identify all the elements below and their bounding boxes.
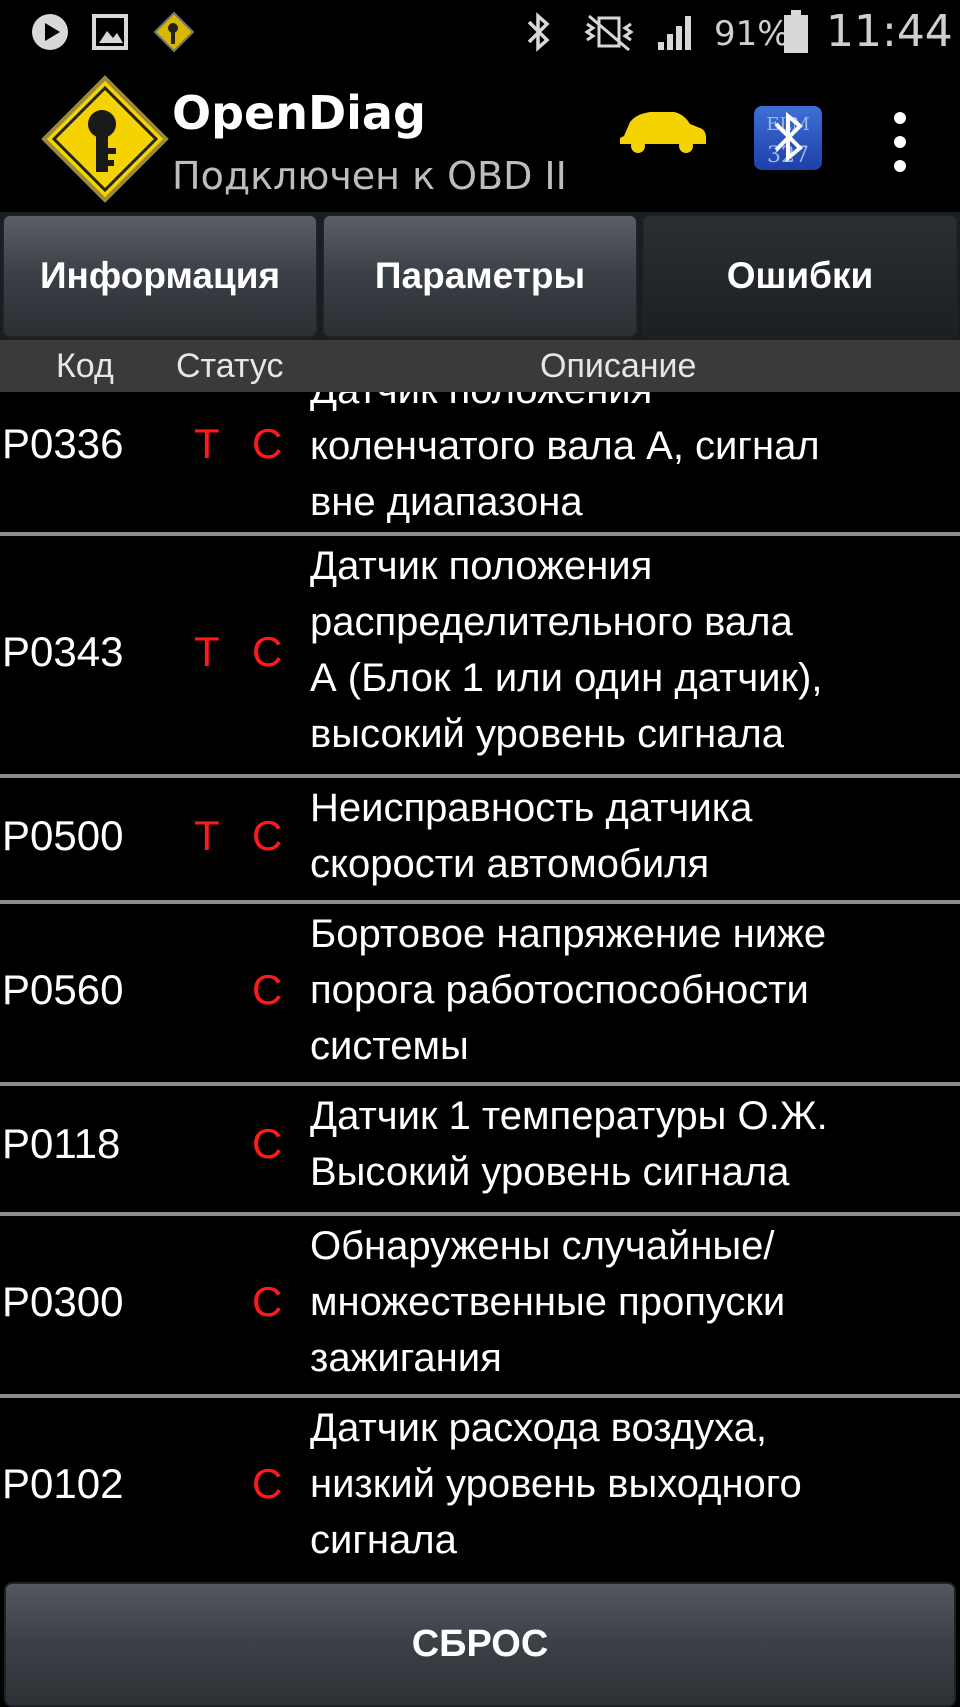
- connection-status: Подключен к OBD II: [172, 154, 567, 198]
- menu-dot: [894, 136, 906, 148]
- error-code: P0336: [2, 420, 124, 467]
- error-row[interactable]: P0118 С Датчик 1 температуры О.Ж. Высоки…: [0, 1092, 960, 1206]
- error-row[interactable]: P0336 Т С Датчик положения коленчатого в…: [0, 392, 960, 524]
- status-c: С: [252, 1278, 283, 1325]
- tab-bar: Информация Параметры Ошибки: [0, 212, 960, 340]
- error-description: Неисправность датчика скорости автомобил…: [310, 786, 753, 886]
- action-bar: OpenDiag Подключен к OBD II ELM 327: [0, 64, 960, 212]
- status-t: Т: [194, 420, 220, 467]
- error-description: Датчик положения коленчатого вала А, сиг…: [310, 392, 820, 524]
- column-header-code: Код: [56, 347, 114, 385]
- status-bar: 91% 11:44: [0, 0, 960, 64]
- reset-button[interactable]: СБРОС: [4, 1582, 956, 1707]
- error-code: P0560: [2, 966, 124, 1013]
- error-description: Датчик 1 температуры О.Ж. Высокий уровен…: [310, 1094, 828, 1194]
- error-code: P0500: [2, 812, 124, 859]
- error-code: P0118: [2, 1120, 121, 1167]
- battery-percent: 91%: [714, 14, 790, 54]
- menu-dot: [894, 160, 906, 172]
- error-row[interactable]: P0343 Т С Датчик положения распределител…: [0, 542, 960, 770]
- tab-info[interactable]: Информация: [2, 214, 318, 338]
- error-description: Датчик расхода воздуха, низкий уровень в…: [310, 1406, 802, 1562]
- row-divider: [0, 1212, 960, 1216]
- battery-icon: [782, 10, 810, 54]
- error-table-header: Код Статус Описание: [0, 340, 960, 392]
- status-c: С: [252, 812, 283, 859]
- error-row[interactable]: P0102 С Датчик расхода воздуха, низкий у…: [0, 1404, 960, 1578]
- row-divider: [0, 900, 960, 904]
- row-divider: [0, 774, 960, 778]
- status-t: Т: [194, 812, 220, 859]
- error-row[interactable]: P0300 С Обнаружены случайные/ множествен…: [0, 1222, 960, 1396]
- opendiag-notify-icon: [152, 10, 196, 54]
- status-c: С: [252, 1460, 283, 1507]
- status-c: С: [252, 628, 283, 675]
- column-header-status: Статус: [176, 347, 284, 385]
- error-list[interactable]: P0336 Т С Датчик положения коленчатого в…: [0, 392, 960, 1579]
- column-header-description: Описание: [540, 347, 697, 385]
- bluetooth-icon: [522, 10, 556, 54]
- row-divider: [0, 1394, 960, 1398]
- tab-errors[interactable]: Ошибки: [642, 214, 958, 338]
- status-c: С: [252, 420, 283, 467]
- row-divider: [0, 1082, 960, 1086]
- vibrate-icon: [582, 10, 636, 54]
- image-icon: [88, 10, 132, 54]
- error-code: P0102: [2, 1460, 124, 1507]
- tab-parameters[interactable]: Параметры: [322, 214, 638, 338]
- clock: 11:44: [826, 6, 953, 57]
- error-row[interactable]: P0500 Т С Неисправность датчика скорости…: [0, 784, 960, 904]
- error-description: Датчик положения распределительного вала…: [310, 544, 823, 756]
- error-description: Обнаружены случайные/ множественные проп…: [310, 1224, 786, 1380]
- error-description: Бортовое напряжение ниже порога работосп…: [310, 912, 827, 1068]
- menu-dot: [894, 112, 906, 124]
- error-code: P0343: [2, 628, 124, 675]
- error-code: P0300: [2, 1278, 124, 1325]
- error-row[interactable]: P0560 С Бортовое напряжение ниже порога …: [0, 910, 960, 1084]
- status-t: Т: [194, 628, 220, 675]
- status-c: С: [252, 966, 283, 1013]
- overflow-menu-icon[interactable]: [880, 112, 920, 172]
- app-logo-icon[interactable]: [40, 74, 170, 204]
- bluetooth-elm327-icon[interactable]: ELM 327: [752, 104, 824, 172]
- status-c: С: [252, 1120, 283, 1167]
- app-title: OpenDiag: [172, 86, 426, 140]
- play-icon: [28, 10, 72, 54]
- car-icon[interactable]: [616, 102, 708, 162]
- signal-icon: [654, 10, 698, 54]
- row-divider: [0, 532, 960, 536]
